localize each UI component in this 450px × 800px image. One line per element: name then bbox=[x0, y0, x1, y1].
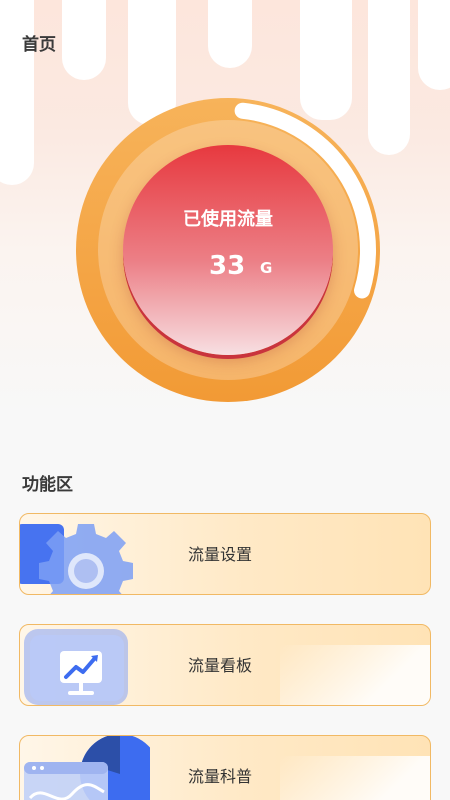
gear-icon bbox=[20, 514, 150, 594]
usage-center-disc bbox=[123, 145, 333, 355]
usage-unit: G bbox=[260, 259, 273, 277]
usage-value: 33 bbox=[209, 251, 246, 281]
card-label-traffic-knowledge: 流量科普 bbox=[188, 767, 253, 786]
card-label-traffic-settings: 流量设置 bbox=[188, 545, 253, 564]
card-traffic-settings[interactable]: 流量设置 bbox=[19, 513, 431, 595]
chart-board-icon bbox=[20, 625, 150, 705]
page-title: 首页 bbox=[22, 35, 56, 55]
card-label-traffic-dashboard: 流量看板 bbox=[188, 656, 253, 675]
section-title-functions: 功能区 bbox=[22, 475, 73, 495]
usage-label: 已使用流量 bbox=[183, 209, 273, 230]
card-traffic-dashboard[interactable]: 流量看板 bbox=[19, 624, 431, 706]
card-traffic-knowledge[interactable]: 流量科普 bbox=[19, 735, 431, 800]
pie-chart-icon bbox=[20, 736, 160, 800]
traffic-usage-gauge: 已使用流量 33 G bbox=[75, 97, 381, 403]
